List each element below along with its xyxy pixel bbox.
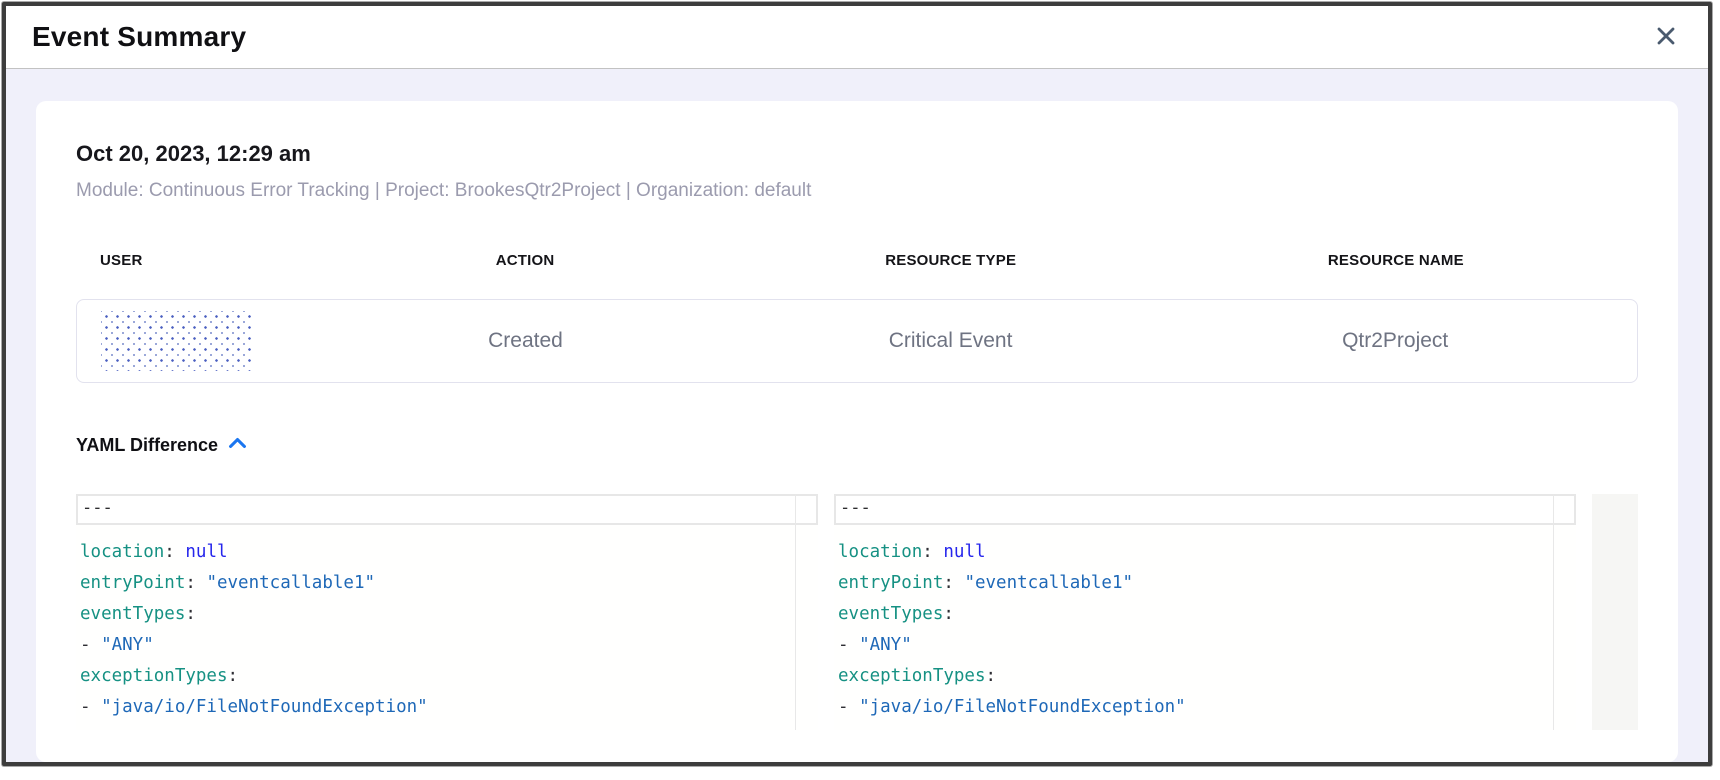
audit-table-header: USER ACTION RESOURCE TYPE RESOURCE NAME — [76, 252, 1638, 269]
yaml-doc-start-left: --- — [76, 494, 818, 525]
chevron-up-icon — [228, 436, 247, 455]
modal-title: Event Summary — [32, 21, 246, 53]
close-button[interactable] — [1650, 20, 1682, 55]
yaml-code-line: entryPoint: "eventcallable1" — [838, 568, 1572, 599]
event-summary-modal: Event Summary Oct 20, 2023, 12:29 am Mod… — [2, 2, 1712, 766]
diff-scrollbar-track[interactable] — [1592, 494, 1638, 730]
column-header-resource-name: RESOURCE NAME — [1154, 252, 1638, 269]
yaml-code-line: - "ANY" — [80, 630, 814, 661]
yaml-code-line: - "ANY" — [838, 630, 1572, 661]
redacted-user-pattern — [101, 311, 253, 371]
yaml-code-left: location: nullentryPoint: "eventcallable… — [76, 525, 818, 723]
yaml-diff-pane-right: --- location: nullentryPoint: "eventcall… — [834, 494, 1576, 730]
event-timestamp: Oct 20, 2023, 12:29 am — [76, 141, 1638, 167]
yaml-code-line: entryPoint: "eventcallable1" — [80, 568, 814, 599]
modal-body: Oct 20, 2023, 12:29 am Module: Continuou… — [6, 69, 1708, 762]
resource-type-cell: Critical Event — [748, 329, 1154, 353]
yaml-doc-start-right: --- — [834, 494, 1576, 525]
yaml-code-line: eventTypes: — [80, 599, 814, 630]
yaml-code-line: location: null — [838, 537, 1572, 568]
yaml-diff-pane-left: --- location: nullentryPoint: "eventcall… — [76, 494, 818, 730]
column-header-user: USER — [76, 252, 302, 269]
yaml-code-line: location: null — [80, 537, 814, 568]
user-cell — [77, 311, 303, 371]
event-summary-card: Oct 20, 2023, 12:29 am Module: Continuou… — [36, 101, 1678, 762]
column-header-action: ACTION — [302, 252, 747, 269]
modal-header: Event Summary — [6, 6, 1708, 69]
yaml-difference-toggle[interactable]: YAML Difference — [76, 435, 247, 456]
resource-name-cell: Qtr2Project — [1153, 329, 1637, 353]
action-cell: Created — [303, 329, 748, 353]
yaml-code-line: - "java/io/FileNotFoundException" — [80, 692, 814, 723]
yaml-code-line: eventTypes: — [838, 599, 1572, 630]
yaml-difference-label: YAML Difference — [76, 435, 218, 456]
table-row: Created Critical Event Qtr2Project — [76, 299, 1638, 383]
yaml-code-line: - "java/io/FileNotFoundException" — [838, 692, 1572, 723]
event-meta: Module: Continuous Error Tracking | Proj… — [76, 180, 1638, 202]
yaml-code-line: exceptionTypes: — [838, 661, 1572, 692]
column-header-resource-type: RESOURCE TYPE — [748, 252, 1154, 269]
close-icon — [1654, 24, 1678, 51]
yaml-code-right: location: nullentryPoint: "eventcallable… — [834, 525, 1576, 723]
yaml-code-line: exceptionTypes: — [80, 661, 814, 692]
yaml-diff-viewer: --- location: nullentryPoint: "eventcall… — [76, 494, 1638, 730]
